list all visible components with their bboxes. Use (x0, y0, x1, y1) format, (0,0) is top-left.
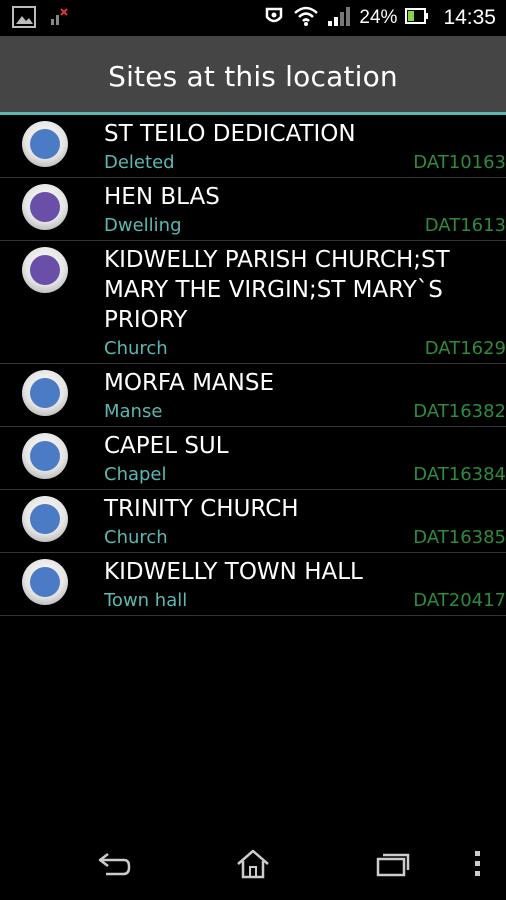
recent-apps-icon (375, 850, 411, 882)
site-marker-icon (22, 370, 68, 416)
battery-icon (405, 7, 429, 29)
site-marker-icon (22, 247, 68, 293)
action-bar: Sites at this location (0, 36, 506, 112)
site-list-item[interactable]: KIDWELLY PARISH CHURCH;ST MARY THE VIRGI… (0, 241, 506, 364)
site-marker-icon (22, 496, 68, 542)
site-type: Church (104, 527, 168, 548)
site-marker-fill (30, 378, 60, 408)
site-list-item[interactable]: CAPEL SUL Chapel DAT16384 (0, 427, 506, 490)
home-icon (235, 848, 271, 884)
site-marker-fill (30, 504, 60, 534)
site-type: Dwelling (104, 215, 182, 236)
overflow-menu-icon (474, 849, 482, 883)
overflow-menu-button[interactable] (456, 848, 500, 884)
site-name: KIDWELLY PARISH CHURCH;ST MARY THE VIRGI… (104, 247, 450, 333)
site-name: KIDWELLY TOWN HALL (104, 559, 363, 585)
cell-signal-icon (327, 5, 351, 31)
site-code: DAT10163 (413, 152, 506, 173)
recent-apps-button[interactable] (371, 848, 415, 884)
site-marker-icon (22, 184, 68, 230)
site-type: Church (104, 338, 168, 359)
site-type: Chapel (104, 464, 167, 485)
usb-icon (263, 5, 285, 31)
signal-blocked-icon (50, 7, 68, 31)
site-name: TRINITY CHURCH (104, 496, 299, 522)
site-type: Manse (104, 401, 163, 422)
site-name: CAPEL SUL (104, 433, 229, 459)
site-list: ST TEILO DEDICATION Deleted DAT10163 HEN… (0, 115, 506, 616)
site-marker-icon (22, 433, 68, 479)
site-code: DAT16382 (413, 401, 506, 422)
navigation-bar (0, 830, 506, 900)
site-list-item[interactable]: KIDWELLY TOWN HALL Town hall DAT20417 (0, 553, 506, 616)
back-icon (96, 850, 132, 882)
site-code: DAT1629 (424, 338, 506, 359)
home-button[interactable] (231, 848, 275, 884)
site-code: DAT1613 (424, 215, 506, 236)
gallery-icon (12, 6, 36, 32)
site-marker-icon (22, 121, 68, 167)
site-list-item[interactable]: MORFA MANSE Manse DAT16382 (0, 364, 506, 427)
site-name: HEN BLAS (104, 184, 220, 210)
status-bar: 24% 14:35 (0, 0, 506, 36)
site-code: DAT16385 (413, 527, 506, 548)
site-marker-fill (30, 441, 60, 471)
site-type: Deleted (104, 152, 175, 173)
site-marker-fill (30, 129, 60, 159)
site-marker-fill (30, 192, 60, 222)
site-list-item[interactable]: ST TEILO DEDICATION Deleted DAT10163 (0, 115, 506, 178)
site-list-item[interactable]: TRINITY CHURCH Church DAT16385 (0, 490, 506, 553)
back-button[interactable] (92, 848, 136, 884)
site-code: DAT20417 (413, 590, 506, 611)
site-code: DAT16384 (413, 464, 506, 485)
site-list-item[interactable]: HEN BLAS Dwelling DAT1613 (0, 178, 506, 241)
site-type: Town hall (104, 590, 188, 611)
wifi-icon (293, 5, 319, 31)
site-name: ST TEILO DEDICATION (104, 121, 356, 147)
page-title: Sites at this location (108, 60, 398, 93)
site-name: MORFA MANSE (104, 370, 275, 396)
site-marker-fill (30, 567, 60, 597)
site-marker-fill (30, 255, 60, 285)
status-clock: 14:35 (443, 6, 496, 29)
site-marker-icon (22, 559, 68, 605)
battery-percent: 24% (359, 7, 398, 28)
